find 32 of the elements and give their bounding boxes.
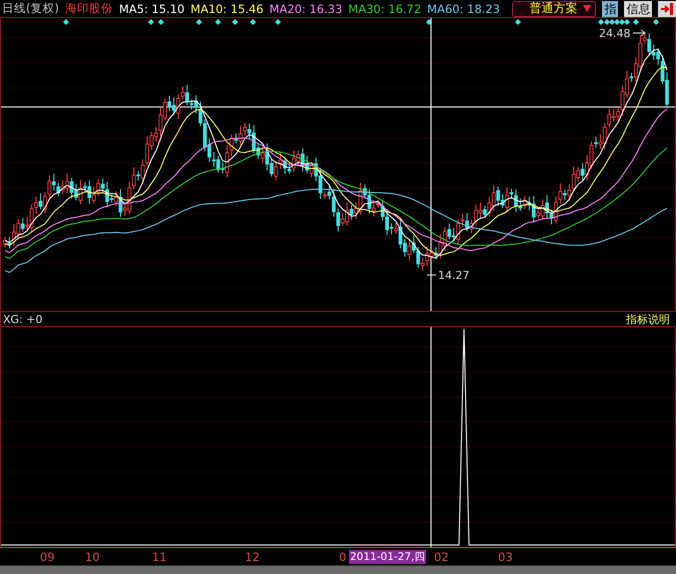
period-label: 日线(复权) [2, 1, 59, 16]
axis-label: 02 [434, 550, 449, 564]
signal-diamond-icon [653, 19, 659, 26]
signal-diamond-icon [250, 19, 256, 26]
signal-diamond-icon [232, 19, 238, 26]
exit-button[interactable] [658, 0, 676, 17]
indicator-help-link[interactable]: 指标说明 [626, 312, 670, 327]
signal-diamond-icon [426, 19, 432, 26]
toolbar-button[interactable]: 指 [602, 0, 618, 17]
signal-diamond-icon [515, 19, 521, 26]
moving-average-reading: MA10: 15.46 [190, 2, 264, 16]
caret-icon [583, 5, 592, 12]
scheme-dropdown[interactable]: 普通方案 [512, 0, 596, 17]
moving-average-reading: MA5: 15.10 [118, 2, 185, 16]
indicator-reading: XG: +0 [3, 312, 42, 326]
moving-average-reading: MA20: 16.33 [269, 2, 342, 16]
signal-diamond-icon [215, 19, 221, 26]
signal-diamond-icon [275, 19, 281, 26]
moving-average-reading: MA60: 18.23 [427, 2, 500, 16]
cursor-date-label: 2011-01-27,四 [349, 550, 426, 564]
toolbar-button[interactable]: 信息 [624, 0, 652, 17]
signal-diamond-icon [63, 19, 69, 26]
axis-label: 11 [152, 550, 167, 564]
axis-label: 09 [40, 550, 55, 564]
stock-name: 海印股份 [64, 1, 113, 16]
axis-label: 12 [245, 550, 260, 564]
exit-icon [660, 2, 674, 15]
axis-label: 0 [339, 550, 346, 564]
moving-average-reading: MA30: 16.72 [348, 2, 422, 16]
axis-label: 03 [498, 550, 513, 564]
axis-label: 10 [85, 550, 100, 564]
signal-diamond-icon [196, 19, 202, 26]
